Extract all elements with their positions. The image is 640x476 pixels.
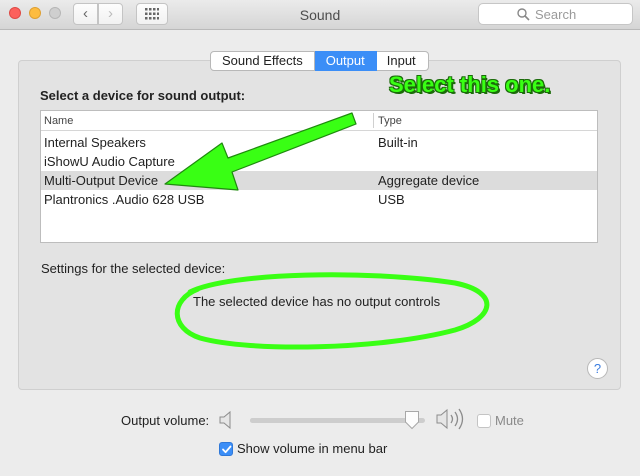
table-header: Name Type xyxy=(41,111,597,131)
title-bar: ‹ › Sound xyxy=(0,0,640,30)
tab-input[interactable]: Input xyxy=(376,51,429,71)
device-list-heading: Select a device for sound output: xyxy=(40,88,246,103)
speaker-high-icon xyxy=(436,408,464,430)
column-header-name[interactable]: Name xyxy=(44,115,73,127)
volume-slider-track[interactable] xyxy=(250,418,425,423)
device-table[interactable]: Name Type Internal Speakers Built-in iSh… xyxy=(40,110,598,243)
device-name: Multi-Output Device xyxy=(44,173,159,188)
device-name: Internal Speakers xyxy=(44,135,146,150)
output-volume-label: Output volume: xyxy=(121,413,210,428)
select-this-one-callout: Select this one. xyxy=(389,72,551,97)
show-volume-in-menu-bar-checkbox[interactable] xyxy=(219,442,233,456)
mute-label: Mute xyxy=(495,413,524,428)
tab-bar: Sound Effects Output Input xyxy=(210,51,429,71)
column-divider xyxy=(373,113,374,128)
help-button[interactable]: ? xyxy=(587,358,608,379)
show-volume-in-menu-bar-label: Show volume in menu bar xyxy=(237,441,388,456)
search-icon xyxy=(517,8,530,21)
tab-sound-effects[interactable]: Sound Effects xyxy=(210,51,315,71)
speaker-low-icon xyxy=(219,410,231,430)
device-type: USB xyxy=(378,192,405,207)
device-name: Plantronics .Audio 628 USB xyxy=(44,192,205,207)
mute-checkbox[interactable] xyxy=(477,414,491,428)
question-mark-icon: ? xyxy=(593,361,602,376)
search-input[interactable] xyxy=(535,5,625,23)
volume-slider-fill xyxy=(250,418,420,423)
settings-label: Settings for the selected device: xyxy=(41,261,226,276)
table-row[interactable]: Internal Speakers Built-in xyxy=(41,133,597,152)
device-type: Aggregate device xyxy=(378,173,480,188)
table-row[interactable]: iShowU Audio Capture xyxy=(41,152,597,171)
tab-output[interactable]: Output xyxy=(314,51,377,71)
device-name: iShowU Audio Capture xyxy=(44,154,175,169)
table-row[interactable]: Plantronics .Audio 628 USB USB xyxy=(41,190,597,209)
volume-slider-knob[interactable] xyxy=(404,410,420,430)
table-row-selected[interactable]: Multi-Output Device Aggregate device xyxy=(41,171,597,190)
column-header-type[interactable]: Type xyxy=(378,115,402,127)
search-field[interactable] xyxy=(478,3,633,25)
checkmark-icon xyxy=(222,445,232,454)
no-output-controls-message: The selected device has no output contro… xyxy=(193,294,441,309)
device-type: Built-in xyxy=(378,135,418,150)
